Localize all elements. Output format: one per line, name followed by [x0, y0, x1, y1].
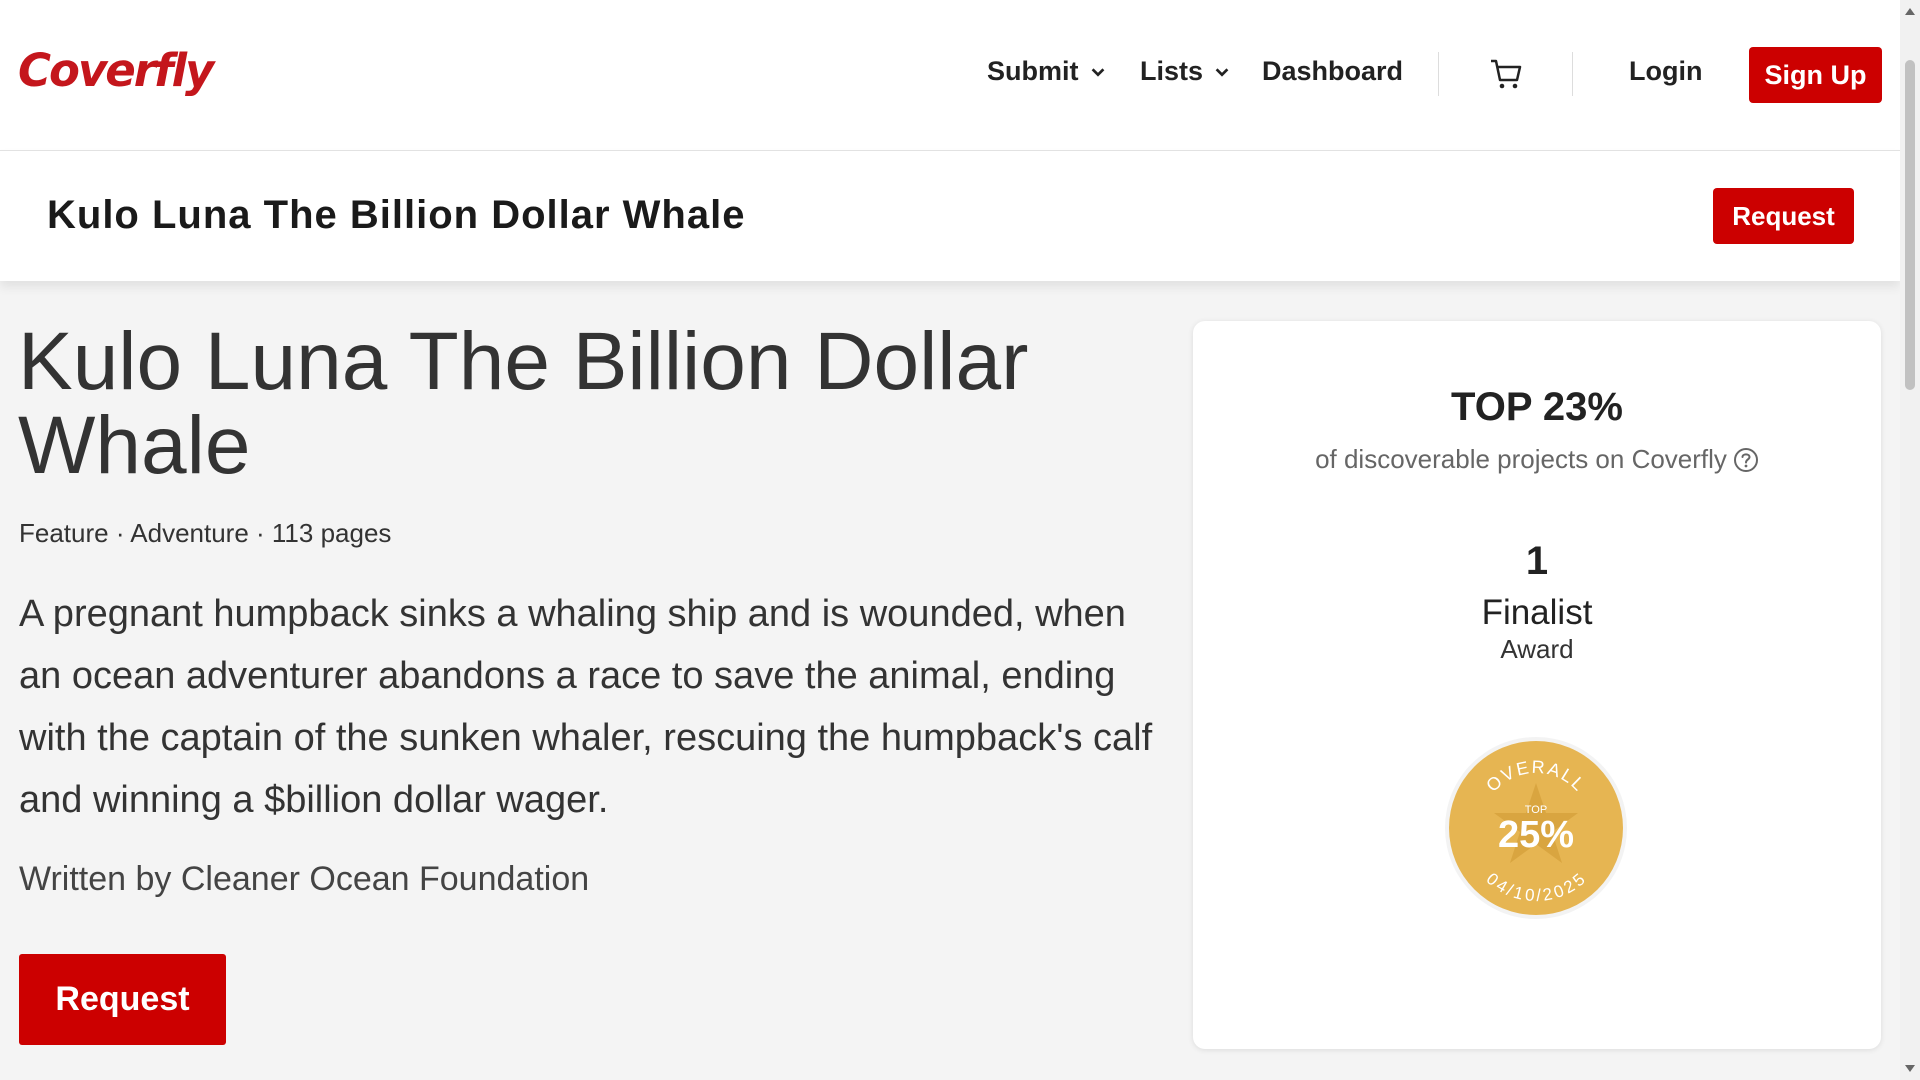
project-logline: A pregnant humpback sinks a whaling ship… — [19, 593, 1153, 821]
request-button[interactable]: Request — [19, 954, 226, 1045]
ranking-percentile: TOP 23% — [1451, 385, 1623, 429]
help-icon[interactable] — [1733, 447, 1759, 473]
award-sub-label: Award — [1500, 634, 1574, 664]
ranking-subtitle-text: of discoverable projects on Coverfly — [1315, 444, 1727, 474]
sticky-request-button[interactable]: Request — [1713, 188, 1854, 244]
ranking-card: TOP 23% of discoverable projects on Cove… — [1193, 321, 1881, 1049]
login-link[interactable]: Login — [1629, 56, 1702, 87]
cart-icon[interactable] — [1488, 56, 1524, 92]
sticky-project-title: Kulo Luna The Billion Dollar Whale — [47, 193, 746, 237]
badge-value: 25% — [1498, 814, 1574, 856]
nav-submit-dropdown[interactable]: Submit — [987, 56, 1107, 87]
project-meta: Feature · Adventure · 113 pages — [19, 518, 392, 548]
nav-lists-dropdown[interactable]: Lists — [1140, 56, 1231, 87]
signup-button[interactable]: Sign Up — [1749, 47, 1882, 103]
coverfly-logo[interactable]: Coverfly — [18, 44, 214, 97]
award-label: Finalist — [1481, 593, 1593, 632]
scroll-up-arrow-icon[interactable] — [1905, 8, 1915, 15]
project-writer: Written by Cleaner Ocean Foundation — [19, 860, 590, 898]
nav-dashboard-link[interactable]: Dashboard — [1262, 56, 1403, 87]
page-scrollbar[interactable] — [1900, 0, 1920, 1080]
ranking-subtitle: of discoverable projects on Coverfly — [1193, 444, 1881, 475]
project-sticky-header: Kulo Luna The Billion Dollar Whale Reque… — [0, 151, 1900, 281]
nav-lists-label: Lists — [1140, 56, 1204, 86]
award-count: 1 — [1525, 539, 1549, 583]
scrollbar-thumb[interactable] — [1905, 60, 1915, 390]
chevron-down-icon — [1215, 67, 1229, 77]
nav-submit-label: Submit — [987, 56, 1079, 86]
nav-divider — [1438, 52, 1439, 96]
chevron-down-icon — [1091, 67, 1104, 77]
scroll-down-arrow-icon[interactable] — [1905, 1065, 1915, 1072]
page-title: Kulo Luna The Billion Dollar Whale — [18, 316, 1029, 491]
overall-top-badge: OVERALL TOP 25% 04/10/2025 — [1445, 737, 1627, 919]
top-navbar: Coverfly Submit Lists Dashboard Login Si… — [0, 0, 1900, 151]
nav-divider — [1572, 52, 1573, 96]
